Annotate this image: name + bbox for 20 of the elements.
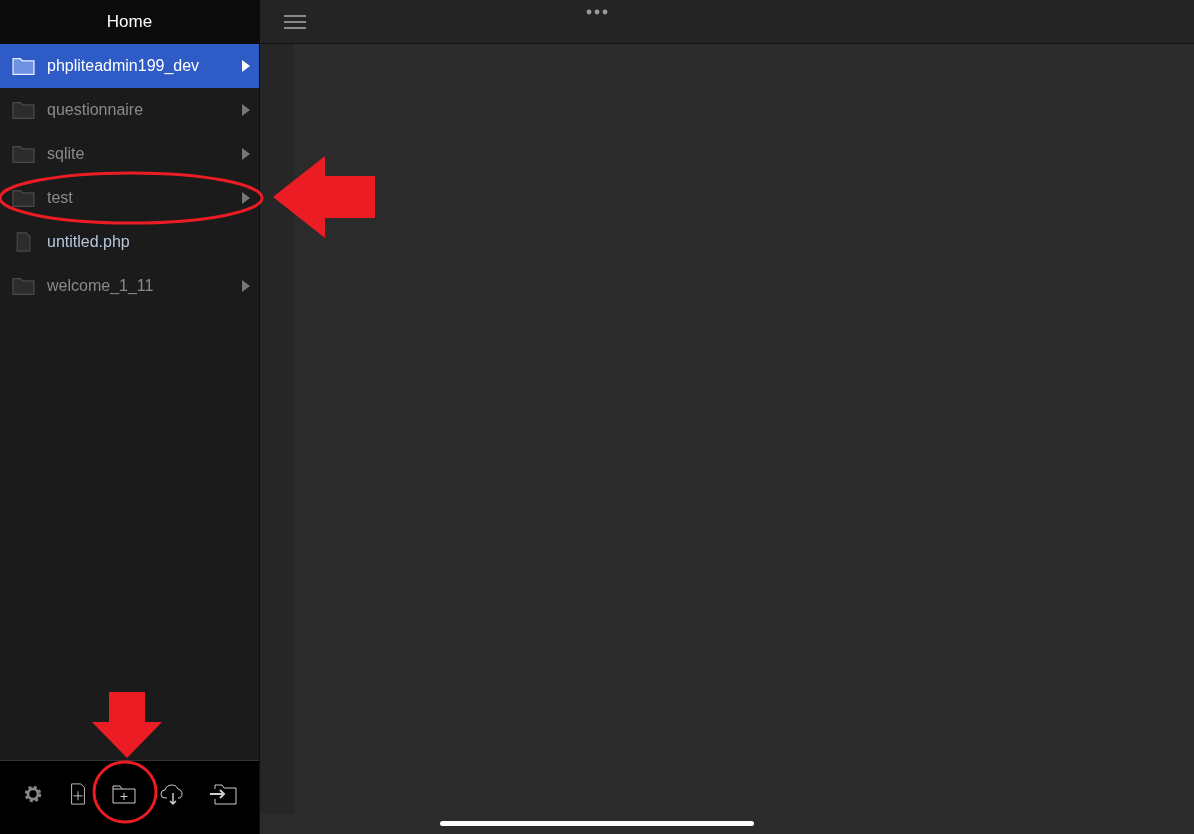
folder-icon	[12, 188, 35, 208]
folder-icon	[12, 100, 35, 120]
sidebar-title: Home	[106, 12, 153, 32]
chevron-right-icon	[241, 147, 251, 161]
file-list-item[interactable]: questionnaire	[0, 88, 259, 132]
file-list-item[interactable]: untitled.php	[0, 220, 259, 264]
file-list-item[interactable]: phpliteadmin199_dev	[0, 44, 259, 88]
more-icon[interactable]	[586, 9, 608, 15]
folder-icon	[12, 144, 35, 164]
chevron-right-icon	[241, 191, 251, 205]
folder-icon	[12, 276, 35, 296]
folder-icon	[12, 56, 35, 76]
circle-annotation	[92, 760, 158, 824]
chevron-right-icon	[241, 103, 251, 117]
file-list-item[interactable]: sqlite	[0, 132, 259, 176]
menu-icon[interactable]	[284, 14, 306, 30]
arrow-annotation	[92, 692, 162, 758]
file-list-item[interactable]: welcome_1_11	[0, 264, 259, 308]
chevron-right-icon	[241, 59, 251, 73]
chevron-right-icon	[241, 279, 251, 293]
